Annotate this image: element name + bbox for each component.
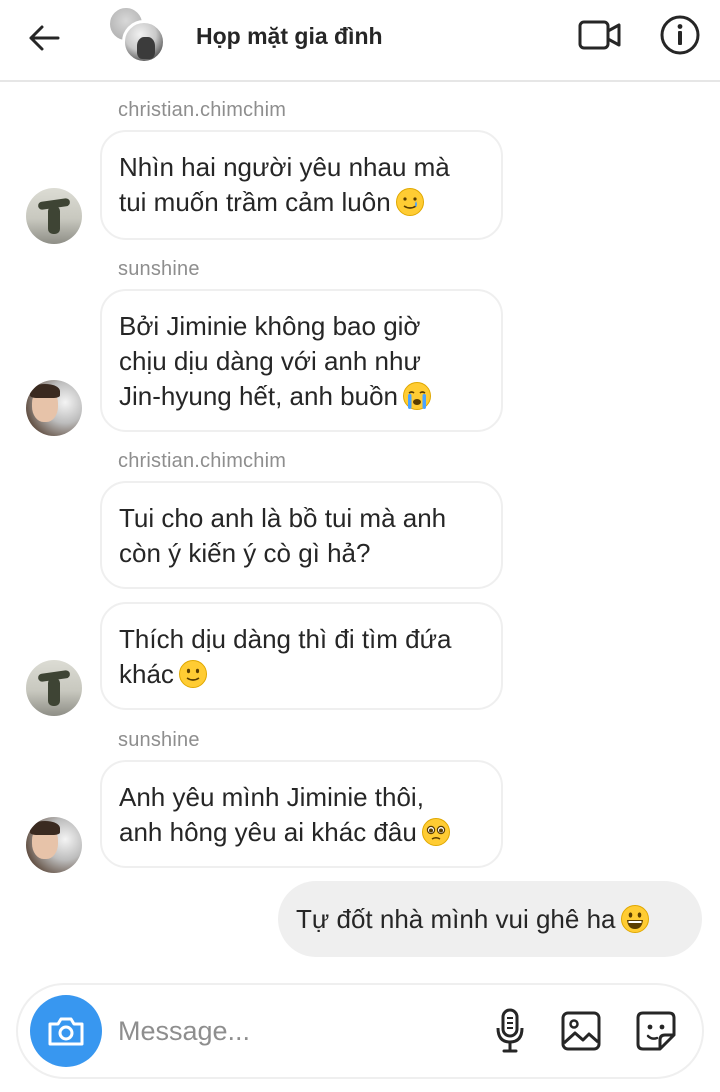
message-line: khác <box>119 657 483 692</box>
avatar[interactable] <box>26 660 82 716</box>
avatar[interactable] <box>26 188 82 244</box>
grinning-emoji-icon <box>620 905 649 933</box>
chat-title[interactable]: Họp mặt gia đình <box>196 20 383 52</box>
message-line: Thích dịu dàng thì đi tìm đứa <box>119 624 452 654</box>
group-avatar[interactable] <box>108 6 168 64</box>
camera-button[interactable] <box>30 995 102 1067</box>
microphone-icon <box>496 1008 524 1053</box>
message-line: tui muốn trầm cảm luôn <box>119 185 483 220</box>
header-divider <box>0 80 720 82</box>
message-line: Jin-hyung hết, anh buồn <box>119 379 483 414</box>
message-line: còn ý kiến ý cò gì hả? <box>119 538 371 568</box>
message-input[interactable] <box>118 1009 458 1053</box>
sender-name: christian.chimchim <box>118 99 287 121</box>
back-button[interactable] <box>24 18 64 58</box>
message-composer <box>16 983 704 1079</box>
avatar-front <box>122 20 166 64</box>
message-bubble[interactable]: Anh yêu mình Jiminie thôi, anh hông yêu … <box>100 760 503 868</box>
avatar[interactable] <box>26 380 82 436</box>
sticker-icon <box>636 1011 676 1051</box>
tearful-smile-emoji-icon <box>395 188 424 216</box>
sender-name: christian.chimchim <box>118 450 287 472</box>
message-line: Tui cho anh là bồ tui mà anh <box>119 503 447 533</box>
outgoing-message-text: Tự đốt nhà mình vui ghê ha <box>296 904 616 934</box>
sender-name: sunshine <box>118 729 200 751</box>
gallery-button[interactable] <box>558 1007 604 1055</box>
gallery-icon <box>561 1011 601 1051</box>
arrow-left-icon <box>29 25 60 51</box>
sender-name: sunshine <box>118 258 200 280</box>
message-line: anh hông yêu ai khác đâu <box>119 815 483 850</box>
message-line: Bởi Jiminie không bao giờ <box>119 311 421 341</box>
crying-emoji-icon <box>403 382 431 410</box>
camera-icon <box>48 1017 84 1046</box>
outgoing-message-bubble[interactable]: Tự đốt nhà mình vui ghê ha <box>278 881 702 957</box>
info-button[interactable] <box>656 12 704 58</box>
video-call-icon <box>578 20 621 50</box>
message-line: Nhìn hai người yêu nhau mà <box>119 152 450 182</box>
sticker-button[interactable] <box>632 1007 680 1055</box>
pleading-emoji-icon <box>421 818 450 846</box>
message-bubble[interactable]: Thích dịu dàng thì đi tìm đứa khác <box>100 602 503 710</box>
avatar[interactable] <box>26 817 82 873</box>
slight-smile-emoji-icon <box>178 660 207 688</box>
message-bubble[interactable]: Tui cho anh là bồ tui mà anh còn ý kiến … <box>100 481 503 589</box>
microphone-button[interactable] <box>490 1005 530 1057</box>
message-line: chịu dịu dàng với anh như <box>119 346 421 376</box>
message-bubble[interactable]: Nhìn hai người yêu nhau mà tui muốn trầm… <box>100 130 503 240</box>
message-line: Anh yêu mình Jiminie thôi, <box>119 782 424 812</box>
video-call-button[interactable] <box>576 14 624 56</box>
message-bubble[interactable]: Bởi Jiminie không bao giờ chịu dịu dàng … <box>100 289 503 432</box>
info-icon <box>660 15 700 55</box>
chat-header: Họp mặt gia đình <box>0 0 720 80</box>
